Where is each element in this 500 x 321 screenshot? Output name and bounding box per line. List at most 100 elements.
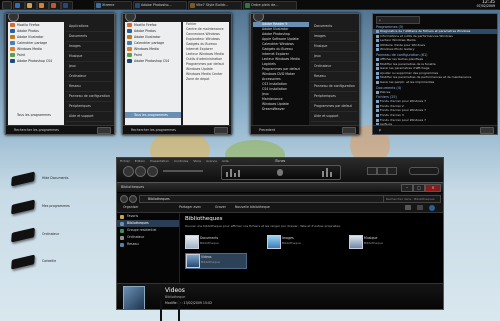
place-item[interactable]: Documents [311, 22, 357, 32]
paint-icon [127, 53, 132, 57]
desktop-icon[interactable]: Corbeille [11, 254, 56, 270]
all-programs-link[interactable]: Tous les programmes [8, 112, 64, 118]
view-options-icon[interactable] [405, 205, 411, 210]
command-bar: Organiser Partager avec Graver Nouvelle … [117, 203, 443, 213]
nav-item-favorites[interactable]: Favoris [117, 213, 179, 220]
taskbar-pin-firefox[interactable] [49, 1, 61, 10]
place-item[interactable]: Panneau de configuration [66, 92, 112, 102]
start-orb[interactable] [125, 14, 136, 22]
paint-icon [10, 53, 15, 57]
search-input[interactable]: p [376, 16, 420, 24]
next-track-button[interactable] [147, 166, 158, 177]
shutdown-button[interactable] [214, 127, 228, 134]
search-input[interactable]: p [379, 126, 381, 134]
start-orb[interactable] [2, 1, 12, 10]
taskbar-pin-media[interactable] [37, 1, 49, 10]
photoshop-icon [127, 59, 132, 63]
library-images[interactable]: Images Bibliotheque [267, 235, 327, 249]
place-item[interactable]: Reseau [311, 72, 357, 82]
back-button[interactable]: Precedent [259, 128, 275, 132]
search-input[interactable]: Rechercher les programmes [131, 128, 176, 132]
images-icon [267, 235, 281, 249]
nav-item-computer[interactable]: Ordinateur [117, 234, 179, 241]
taskbar-task-1[interactable]: Adobe Photosho... [133, 1, 187, 10]
desktop-icon[interactable]: Hide Documents [11, 171, 68, 187]
place-item[interactable]: Images [66, 42, 112, 52]
taskbar-task-3[interactable]: Ordre plein de... [243, 1, 297, 10]
taskbar-task-0[interactable]: Xtreme [94, 1, 132, 10]
volume-slider[interactable] [163, 170, 203, 172]
minimize-button[interactable]: – [401, 184, 413, 192]
view-grid-button[interactable] [377, 167, 387, 175]
shutdown-button[interactable] [97, 127, 111, 134]
view-coverflow-button[interactable] [387, 167, 397, 175]
place-item[interactable]: Aide et support [66, 112, 112, 122]
all-programs-link[interactable]: Tous les programmes [125, 112, 181, 118]
result-item[interactable]: Polices [373, 90, 497, 95]
clock[interactable]: 12:35 07/02/2009 [477, 0, 495, 8]
view-list-button[interactable] [367, 167, 377, 175]
previous-track-button[interactable] [123, 166, 134, 177]
taskbar-pin-folder[interactable] [25, 1, 37, 10]
nav-item-libraries[interactable]: Bibliotheques [117, 220, 179, 227]
search-input[interactable]: Rechercher les programmes [14, 128, 59, 132]
eq-bar [330, 172, 332, 177]
result-item[interactable]: Gerer les periph. et les imprimantes [373, 80, 497, 85]
start-search-bar[interactable]: Rechercher les programmes [6, 125, 114, 134]
help-icon[interactable] [429, 204, 435, 211]
preview-pane-icon[interactable] [417, 205, 423, 210]
place-item[interactable]: Peripheriques [311, 92, 357, 102]
place-item[interactable]: Musique [66, 52, 112, 62]
place-item[interactable]: Jeux [66, 62, 112, 72]
place-item[interactable]: Programmes par defaut [311, 102, 357, 112]
start-orb[interactable] [253, 14, 264, 22]
program-folder[interactable]: DreamWeaver [253, 107, 309, 112]
burn-button[interactable]: Graver [215, 203, 226, 212]
close-button[interactable]: × [425, 184, 441, 192]
search-input[interactable]: Rechercher dans : Bibliotheques [383, 195, 441, 203]
share-with-button[interactable]: Partager avec [179, 203, 201, 212]
desktop-icon[interactable]: Ordinateur [11, 227, 59, 243]
new-library-button[interactable]: Nouvelle bibliotheque [235, 203, 270, 212]
place-item[interactable]: Applications [66, 22, 112, 32]
shutdown-button[interactable] [342, 127, 356, 134]
place-item[interactable]: Peripheriques [66, 102, 112, 112]
organize-button[interactable]: Organiser [123, 203, 139, 212]
place-item[interactable]: Documents [66, 32, 112, 42]
start-search-bar[interactable]: Rechercher les programmes [123, 125, 231, 134]
play-button[interactable] [135, 166, 146, 177]
itunes-search-input[interactable] [409, 167, 439, 175]
control-panel-icon [376, 62, 379, 66]
maximize-button[interactable]: □ [413, 184, 425, 192]
folder-item[interactable]: Zone de depot [183, 77, 229, 82]
program-item[interactable]: Adobe Photoshop CS4 [8, 58, 64, 64]
shutdown-button[interactable] [480, 127, 494, 134]
program-icon [376, 34, 379, 38]
nav-item-homegroup[interactable]: Groupe residentiel [117, 227, 179, 234]
desktop-icon[interactable]: Mes programmes [11, 199, 70, 215]
place-item[interactable]: Jeux [311, 52, 357, 62]
library-videos[interactable]: Videos Bibliotheque [185, 253, 247, 269]
nav-item-network[interactable]: Reseau [117, 241, 179, 248]
back-button[interactable] [120, 195, 128, 203]
taskbar-task-2[interactable]: Vite7 Style Buildr... [188, 1, 242, 10]
library-documents[interactable]: Documents Bibliotheque [185, 235, 245, 249]
place-item[interactable]: Reseau [66, 82, 112, 92]
taskbar-pin-ie[interactable] [13, 1, 25, 10]
place-item[interactable]: Panneau de configuration [311, 82, 357, 92]
place-item[interactable]: Musique [311, 42, 357, 52]
place-item[interactable]: Images [311, 32, 357, 42]
forward-button[interactable] [129, 195, 137, 203]
place-item[interactable]: Aide et support [311, 112, 357, 122]
task-label: Vite7 Style Buildr... [196, 3, 229, 7]
start-orb[interactable] [8, 14, 19, 22]
library-music[interactable]: Musique Bibliotheque [349, 235, 409, 249]
place-item[interactable]: Ordinateur [66, 72, 112, 82]
result-item[interactable]: Windows Photo Gallery [373, 47, 497, 52]
start-back-bar[interactable]: Precedent [251, 125, 359, 134]
photos-icon [127, 29, 132, 33]
taskbar-pin-photoshop[interactable] [61, 1, 73, 10]
program-item[interactable]: Adobe Photoshop CS4 [125, 58, 181, 64]
place-item[interactable]: Ordinateur [311, 62, 357, 72]
address-bar[interactable]: Bibliotheques [139, 195, 387, 203]
